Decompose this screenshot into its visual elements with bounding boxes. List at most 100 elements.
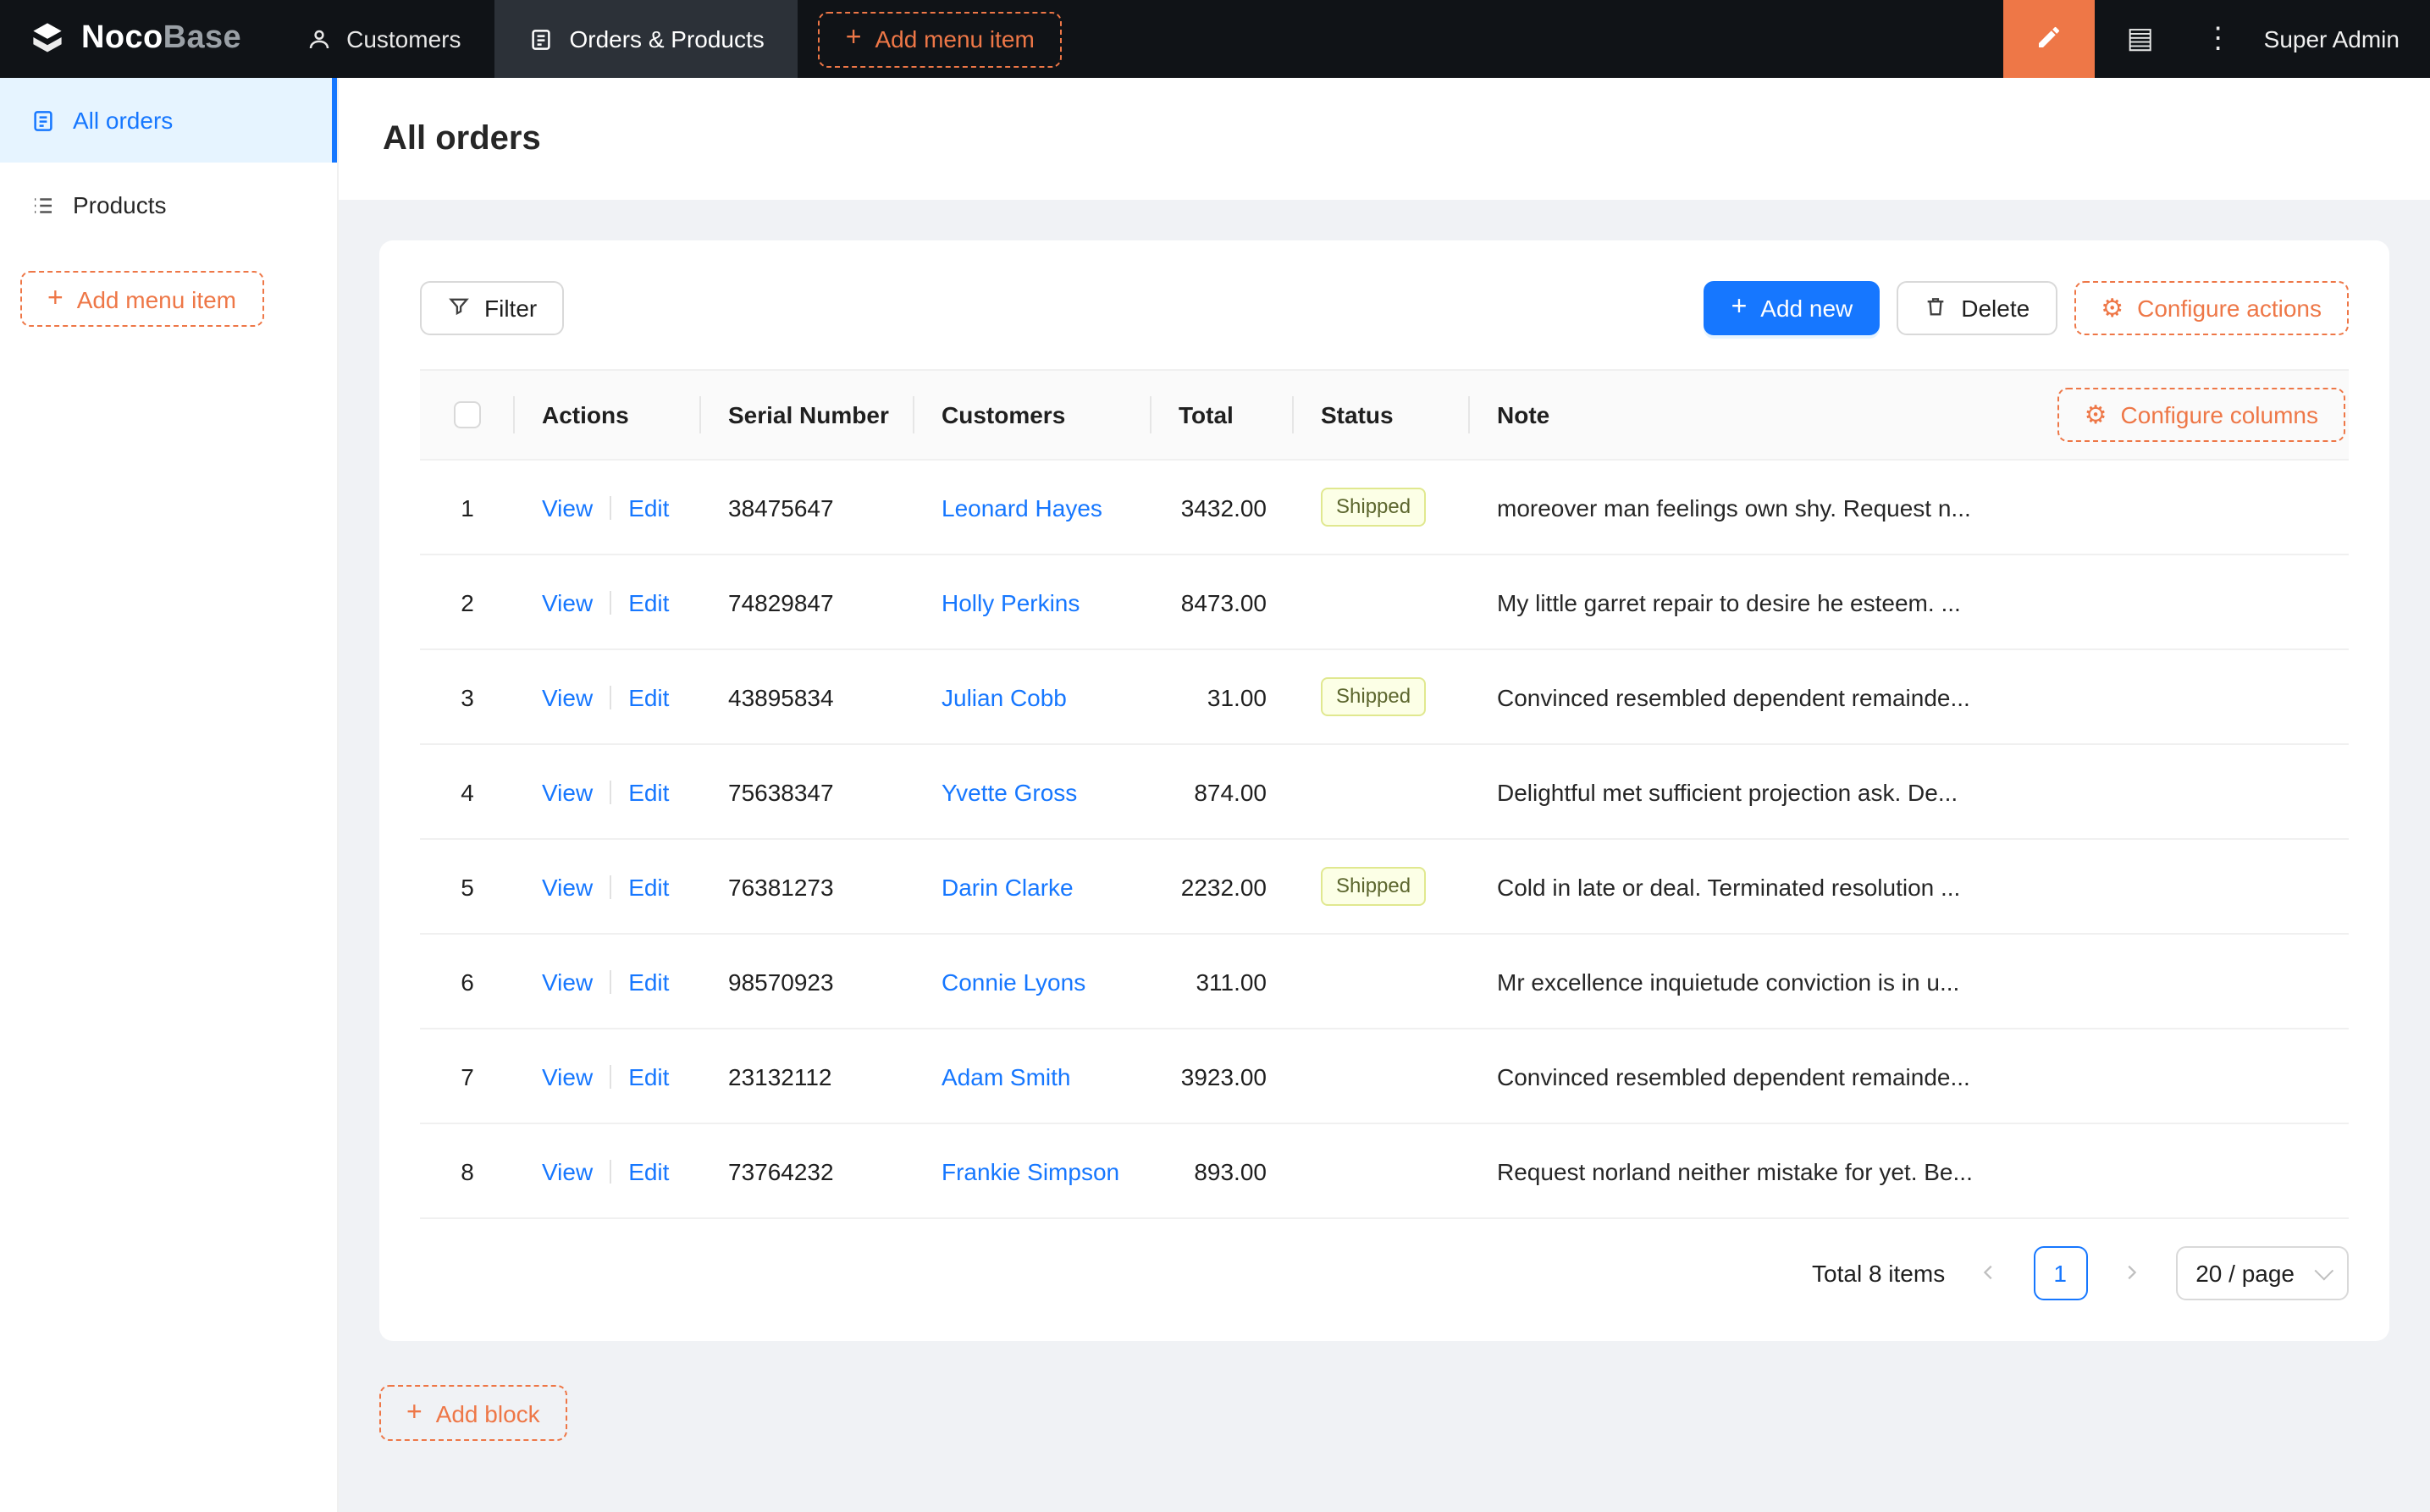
customer-link[interactable]: Holly Perkins xyxy=(942,588,1080,615)
status-badge: Shipped xyxy=(1321,488,1427,527)
note-cell: Convinced resembled dependent remainde..… xyxy=(1497,683,1970,710)
more-button[interactable]: ⋮ xyxy=(2186,0,2251,78)
edit-link[interactable]: Edit xyxy=(628,968,669,995)
row-index: 1 xyxy=(461,494,474,521)
configure-columns-button[interactable]: ⚙ Configure columns xyxy=(2057,388,2345,442)
add-menu-item-button-sidebar[interactable]: + Add menu item xyxy=(20,271,264,327)
header-total: Total xyxy=(1151,371,1294,459)
serial-cell: 43895834 xyxy=(728,683,834,710)
serial-cell: 38475647 xyxy=(728,494,834,521)
prev-page-button[interactable] xyxy=(1965,1250,2013,1297)
nav-item-label: Orders & Products xyxy=(569,25,765,52)
note-cell: moreover man feelings own shy. Request n… xyxy=(1497,494,1971,521)
select-all-cell xyxy=(420,371,515,459)
pagination: Total 8 items 1 20 / page xyxy=(420,1246,2349,1300)
top-navbar: NocoBase Customers Orders & Products + A… xyxy=(0,0,2430,78)
actions-cell: View Edit xyxy=(515,494,701,521)
collections-icon: ▤ xyxy=(2126,22,2154,54)
customer-cell: Yvette Gross xyxy=(914,778,1151,805)
more-icon: ⋮ xyxy=(2203,22,2233,54)
collections-button[interactable]: ▤ xyxy=(2095,0,2186,78)
edit-link[interactable]: Edit xyxy=(628,588,669,615)
view-link[interactable]: View xyxy=(542,778,593,805)
edit-link[interactable]: Edit xyxy=(628,1062,669,1090)
page-title: All orders xyxy=(383,119,541,157)
select-all-checkbox[interactable] xyxy=(454,401,481,428)
sidebar-item-all-orders[interactable]: All orders xyxy=(0,78,337,163)
table-row: 1 View Edit 38475647 Leonard Hayes 3432.0… xyxy=(420,461,2349,555)
page-size-select[interactable]: 20 / page xyxy=(2175,1246,2349,1300)
page-content: Filter + Add new Delete ⚙ Configure acti… xyxy=(339,200,2430,1512)
configure-columns-label: Configure columns xyxy=(2120,401,2318,428)
view-link[interactable]: View xyxy=(542,968,593,995)
edit-link[interactable]: Edit xyxy=(628,494,669,521)
next-page-button[interactable] xyxy=(2107,1250,2155,1297)
note-cell: My little garret repair to desire he est… xyxy=(1497,588,1961,615)
nav-item-customers[interactable]: Customers xyxy=(272,0,494,78)
actions-cell: View Edit xyxy=(515,873,701,900)
total-cell: 311.00 xyxy=(1196,968,1267,995)
sidebar-item-label: Products xyxy=(73,191,167,218)
customer-link[interactable]: Yvette Gross xyxy=(942,778,1077,805)
divider xyxy=(610,685,612,709)
user-name[interactable]: Super Admin xyxy=(2251,0,2430,78)
filter-button[interactable]: Filter xyxy=(420,281,565,335)
customer-link[interactable]: Frankie Simpson xyxy=(942,1157,1119,1184)
view-link[interactable]: View xyxy=(542,873,593,900)
customers-icon xyxy=(306,26,331,52)
sidebar: All orders Products + Add menu item xyxy=(0,78,339,1512)
header-status: Status xyxy=(1294,371,1470,459)
page-number-button[interactable]: 1 xyxy=(2033,1246,2088,1300)
orders-table: Actions Serial Number Customers Total St… xyxy=(420,369,2349,1219)
divider xyxy=(610,590,612,614)
ui-editor-button[interactable] xyxy=(2002,0,2095,78)
add-block-button[interactable]: + Add block xyxy=(379,1385,567,1441)
customer-link[interactable]: Connie Lyons xyxy=(942,968,1085,995)
view-link[interactable]: View xyxy=(542,1062,593,1090)
view-link[interactable]: View xyxy=(542,683,593,710)
orders-table-card: Filter + Add new Delete ⚙ Configure acti… xyxy=(379,240,2389,1341)
serial-cell: 74829847 xyxy=(728,588,834,615)
serial-cell: 76381273 xyxy=(728,873,834,900)
actions-cell: View Edit xyxy=(515,683,701,710)
nocobase-logo: NocoBase xyxy=(0,0,272,78)
row-index: 3 xyxy=(461,683,474,710)
customer-link[interactable]: Adam Smith xyxy=(942,1062,1071,1090)
total-cell: 31.00 xyxy=(1207,683,1267,710)
logo-text: NocoBase xyxy=(81,20,242,56)
table-row: 2 View Edit 74829847 Holly Perkins 8473.0… xyxy=(420,555,2349,650)
delete-label: Delete xyxy=(1961,295,2030,322)
configure-actions-button[interactable]: ⚙ Configure actions xyxy=(2074,281,2349,335)
edit-link[interactable]: Edit xyxy=(628,873,669,900)
actions-cell: View Edit xyxy=(515,1062,701,1090)
plus-icon: + xyxy=(845,24,862,52)
actions-cell: View Edit xyxy=(515,968,701,995)
divider xyxy=(610,1064,612,1088)
add-menu-item-button-navbar[interactable]: + Add menu item xyxy=(818,11,1062,67)
actions-cell: View Edit xyxy=(515,1157,701,1184)
customer-link[interactable]: Leonard Hayes xyxy=(942,494,1102,521)
edit-link[interactable]: Edit xyxy=(628,778,669,805)
nav-item-label: Customers xyxy=(346,25,461,52)
gear-icon: ⚙ xyxy=(2084,400,2107,429)
delete-button[interactable]: Delete xyxy=(1897,281,2057,335)
customer-link[interactable]: Julian Cobb xyxy=(942,683,1067,710)
customer-cell: Darin Clarke xyxy=(914,873,1151,900)
nav-item-orders-products[interactable]: Orders & Products xyxy=(494,0,798,78)
table-toolbar: Filter + Add new Delete ⚙ Configure acti… xyxy=(420,281,2349,335)
view-link[interactable]: View xyxy=(542,494,593,521)
edit-link[interactable]: Edit xyxy=(628,683,669,710)
add-new-button[interactable]: + Add new xyxy=(1704,281,1880,335)
add-block-label: Add block xyxy=(435,1399,540,1426)
page-header: All orders xyxy=(339,78,2430,200)
configure-actions-label: Configure actions xyxy=(2137,295,2322,322)
sidebar-item-products[interactable]: Products xyxy=(0,163,337,247)
main-menu: Customers Orders & Products + Add menu i… xyxy=(272,0,1082,78)
view-link[interactable]: View xyxy=(542,588,593,615)
customer-link[interactable]: Darin Clarke xyxy=(942,873,1074,900)
orders-products-icon xyxy=(528,26,554,52)
view-link[interactable]: View xyxy=(542,1157,593,1184)
edit-link[interactable]: Edit xyxy=(628,1157,669,1184)
trash-icon xyxy=(1924,294,1947,323)
customer-cell: Holly Perkins xyxy=(914,588,1151,615)
